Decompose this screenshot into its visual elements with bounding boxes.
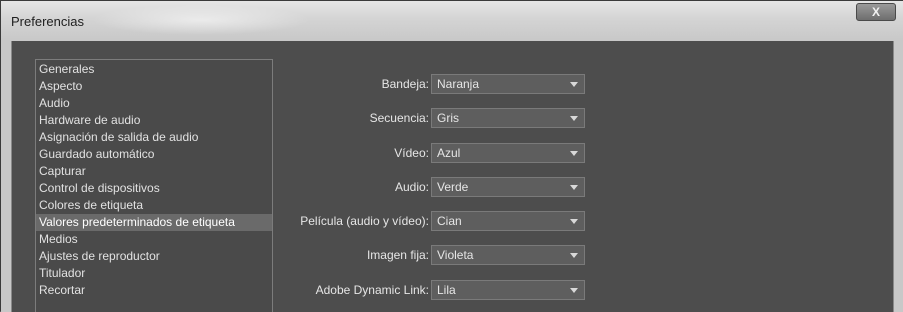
video-label: Vídeo: <box>394 146 429 160</box>
select-value: Verde <box>437 180 469 194</box>
sidebar-item-titulador[interactable]: Titulador <box>36 265 272 282</box>
chevron-down-icon <box>570 288 578 293</box>
sidebar-item-control-de-dispositivos[interactable]: Control de dispositivos <box>36 180 272 197</box>
bandeja-label: Bandeja: <box>381 77 429 91</box>
preferences-window: Preferencias X Generales Aspecto Audio H… <box>0 0 903 312</box>
sidebar-item-asignacion-salida-audio[interactable]: Asignación de salida de audio <box>36 129 272 146</box>
close-button[interactable]: X <box>856 3 896 21</box>
secuencia-label: Secuencia: <box>369 111 429 125</box>
sidebar-item-capturar[interactable]: Capturar <box>36 163 272 180</box>
imagen-fija-select[interactable]: Violeta <box>431 245 585 265</box>
frame-border-left <box>1 41 11 312</box>
window-title: Preferencias <box>11 14 84 29</box>
video-select[interactable]: Azul <box>431 143 585 163</box>
select-value: Lila <box>437 283 456 297</box>
adobe-dynamic-link-select[interactable]: Lila <box>431 280 585 300</box>
sidebar-item-recortar[interactable]: Recortar <box>36 282 272 299</box>
sidebar-item-aspecto[interactable]: Aspecto <box>36 78 272 95</box>
form-row-bandeja: Bandeja: Naranja <box>273 74 593 94</box>
sidebar-item-label: Audio <box>39 96 70 110</box>
sidebar-item-label: Ajustes de reproductor <box>39 249 160 263</box>
preferences-category-list: Generales Aspecto Audio Hardware de audi… <box>35 59 273 312</box>
sidebar-item-label: Asignación de salida de audio <box>39 130 199 144</box>
audio-label: Audio: <box>394 180 429 194</box>
pelicula-label: Película (audio y vídeo): <box>300 214 429 228</box>
form-row-secuencia: Secuencia: Gris <box>273 108 593 128</box>
chevron-down-icon <box>570 151 578 156</box>
close-icon: X <box>871 5 880 19</box>
title-bar: Preferencias X <box>1 1 903 42</box>
chevron-down-icon <box>570 185 578 190</box>
sidebar-item-label: Colores de etiqueta <box>39 198 144 212</box>
sidebar-item-label: Generales <box>39 62 95 76</box>
sidebar-item-generales[interactable]: Generales <box>36 61 272 78</box>
form-row-audio: Audio: Verde <box>273 177 593 197</box>
chevron-down-icon <box>570 82 578 87</box>
sidebar-item-label: Control de dispositivos <box>39 181 160 195</box>
sidebar-item-label: Aspecto <box>39 79 83 93</box>
sidebar-item-audio[interactable]: Audio <box>36 95 272 112</box>
imagen-fija-label: Imagen fija: <box>366 248 429 262</box>
frame-border-right <box>894 41 903 312</box>
sidebar-item-label: Recortar <box>39 283 86 297</box>
form-row-pelicula: Película (audio y vídeo): Cian <box>273 211 593 231</box>
chevron-down-icon <box>570 219 578 224</box>
secuencia-select[interactable]: Gris <box>431 108 585 128</box>
sidebar-item-ajustes-de-reproductor[interactable]: Ajustes de reproductor <box>36 248 272 265</box>
chevron-down-icon <box>570 253 578 258</box>
sidebar-item-label: Capturar <box>39 164 86 178</box>
form-row-adobe-dynamic-link: Adobe Dynamic Link: Lila <box>273 280 593 300</box>
select-value: Gris <box>437 111 459 125</box>
sidebar-item-label: Hardware de audio <box>39 113 141 127</box>
sidebar-item-medios[interactable]: Medios <box>36 231 272 248</box>
select-value: Cian <box>437 214 462 228</box>
chevron-down-icon <box>570 116 578 121</box>
sidebar-item-hardware-de-audio[interactable]: Hardware de audio <box>36 112 272 129</box>
select-value: Violeta <box>437 248 474 262</box>
sidebar-item-label: Guardado automático <box>39 147 155 161</box>
sidebar-item-colores-de-etiqueta[interactable]: Colores de etiqueta <box>36 197 272 214</box>
bandeja-select[interactable]: Naranja <box>431 74 585 94</box>
sidebar-item-guardado-automatico[interactable]: Guardado automático <box>36 146 272 163</box>
sidebar-item-valores-predeterminados-etiqueta[interactable]: Valores predeterminados de etiqueta <box>36 214 272 231</box>
sidebar-item-label: Medios <box>39 232 78 246</box>
select-value: Azul <box>437 146 461 160</box>
sidebar-item-label: Valores predeterminados de etiqueta <box>39 215 235 229</box>
sidebar-item-label: Titulador <box>39 266 86 280</box>
select-value: Naranja <box>437 77 480 91</box>
pelicula-select[interactable]: Cian <box>431 211 585 231</box>
audio-select[interactable]: Verde <box>431 177 585 197</box>
adobe-dynamic-link-label: Adobe Dynamic Link: <box>315 283 429 297</box>
form-row-imagen-fija: Imagen fija: Violeta <box>273 245 593 265</box>
form-row-video: Vídeo: Azul <box>273 143 593 163</box>
